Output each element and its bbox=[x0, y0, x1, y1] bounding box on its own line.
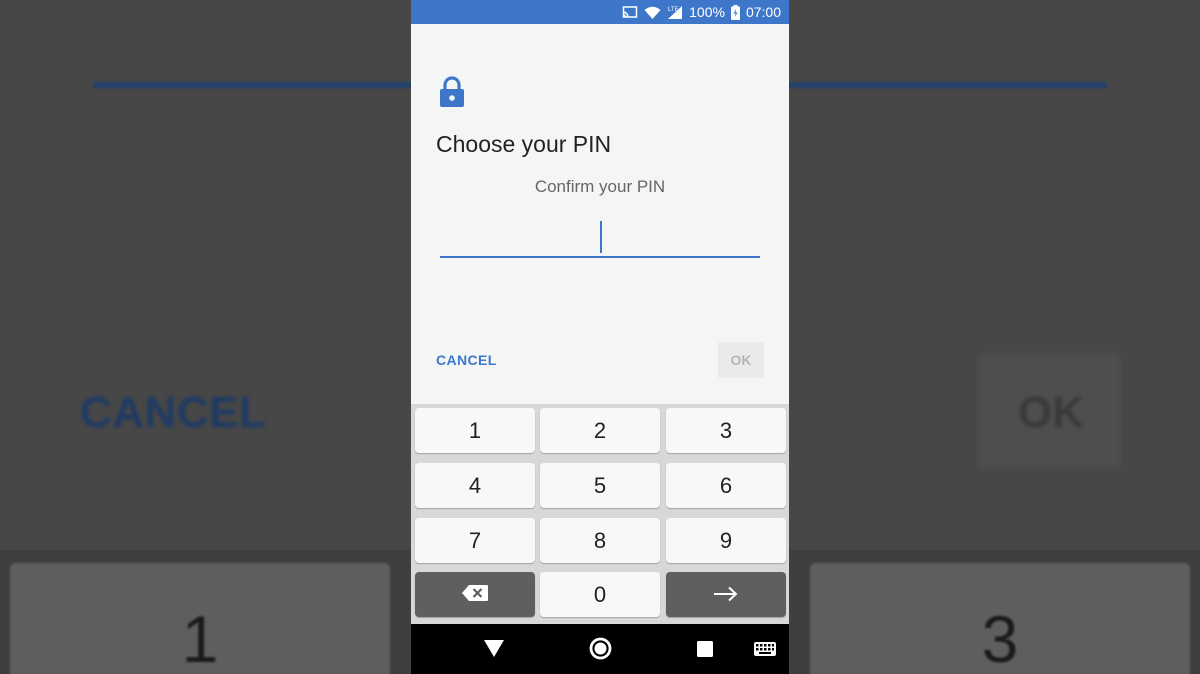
key-0[interactable]: 0 bbox=[540, 572, 660, 617]
enter-arrow-icon bbox=[713, 582, 739, 608]
dialog-subtitle: Confirm your PIN bbox=[534, 177, 666, 196]
cast-icon bbox=[622, 5, 638, 19]
key-7[interactable]: 7 bbox=[415, 518, 535, 563]
battery-icon bbox=[730, 4, 740, 20]
key-8[interactable]: 8 bbox=[540, 518, 660, 563]
ok-button[interactable]: OK bbox=[718, 342, 764, 378]
cancel-button[interactable]: CANCEL bbox=[436, 352, 497, 368]
numeric-keypad: 1 2 3 4 5 6 7 8 9 0 bbox=[411, 404, 789, 624]
key-5[interactable]: 5 bbox=[540, 463, 660, 508]
key-2[interactable]: 2 bbox=[540, 408, 660, 453]
svg-text:LTE: LTE bbox=[668, 7, 679, 13]
background-ok-text: OK bbox=[1018, 388, 1084, 437]
background-key-right-label: 3 bbox=[981, 602, 1019, 674]
dialog-title: Choose your PIN bbox=[436, 131, 612, 157]
enter-key[interactable] bbox=[666, 572, 786, 617]
background-key-left-label: 1 bbox=[181, 602, 219, 674]
recents-icon[interactable] bbox=[697, 641, 713, 662]
key-4[interactable]: 4 bbox=[415, 463, 535, 508]
background-key-left: 1 bbox=[10, 563, 390, 674]
lock-icon bbox=[439, 76, 465, 113]
clock: 07:00 bbox=[745, 4, 781, 20]
signal-icon: LTE bbox=[667, 5, 683, 19]
backspace-key[interactable] bbox=[415, 572, 535, 617]
keyboard-icon[interactable] bbox=[754, 642, 776, 661]
key-3[interactable]: 3 bbox=[666, 408, 786, 453]
home-icon[interactable] bbox=[589, 637, 612, 665]
navigation-bar bbox=[411, 624, 789, 674]
key-1[interactable]: 1 bbox=[415, 408, 535, 453]
pin-dialog: Choose your PIN Confirm your PIN CANCEL … bbox=[411, 24, 789, 404]
backspace-icon bbox=[461, 582, 489, 608]
wifi-icon bbox=[644, 6, 661, 19]
phone-screen: LTE 100% 07:00 Choose your PIN Confirm y… bbox=[411, 0, 789, 674]
battery-percent: 100% bbox=[689, 4, 725, 20]
status-icons: LTE 100% 07:00 bbox=[622, 4, 781, 20]
background-cancel-text: CANCEL bbox=[80, 388, 267, 437]
key-6[interactable]: 6 bbox=[666, 463, 786, 508]
back-icon[interactable] bbox=[484, 640, 504, 662]
text-cursor bbox=[600, 221, 602, 253]
status-bar: LTE 100% 07:00 bbox=[411, 0, 789, 24]
background-key-right: 3 bbox=[810, 563, 1190, 674]
key-9[interactable]: 9 bbox=[666, 518, 786, 563]
